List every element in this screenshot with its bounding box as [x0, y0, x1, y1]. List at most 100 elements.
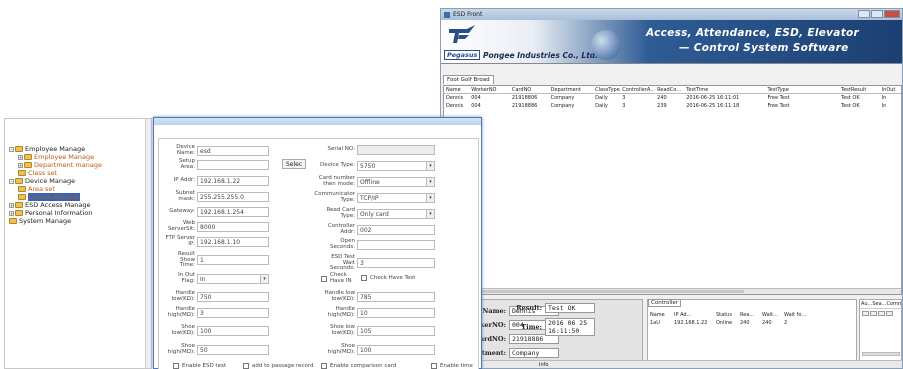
column-header[interactable]: CardNO — [510, 87, 549, 93]
tree-item[interactable]: + ESD Access Manage — [9, 201, 90, 209]
dialog-title-bar[interactable] — [154, 118, 481, 125]
right-panel-scrollbar[interactable] — [862, 352, 900, 356]
esd-wait-input[interactable]: 3 — [357, 258, 435, 269]
shoe-high-input[interactable]: 50 — [197, 344, 269, 355]
column-header[interactable]: Department — [549, 87, 594, 93]
close-button[interactable] — [884, 10, 900, 18]
minimize-button[interactable] — [858, 10, 870, 18]
card-mode-select[interactable]: Offline ▾ — [357, 176, 435, 187]
handle-high-input[interactable]: 3 — [197, 307, 269, 318]
handle-low-input[interactable]: 750 — [197, 291, 269, 302]
controller-column-header[interactable]: IP Ad... — [674, 312, 716, 318]
expand-icon[interactable]: + — [9, 210, 14, 216]
check-have-test-checkbox[interactable] — [361, 275, 367, 281]
chevron-down-icon[interactable]: ▾ — [260, 274, 268, 283]
window-title-bar[interactable]: ESD Front — [441, 9, 902, 20]
table-row[interactable]: Dennis 004 21918806 Company Daily 3 240 2016-06… — [444, 94, 901, 102]
panel-button[interactable] — [870, 311, 877, 316]
column-header[interactable]: TestType — [765, 87, 839, 93]
tree-scrollbar[interactable] — [145, 119, 151, 368]
tree-item[interactable]: − Device Manage — [9, 177, 75, 185]
panel-button[interactable] — [886, 311, 893, 316]
tree-item[interactable]: + Employee Manage — [18, 153, 94, 161]
passage-record-checkbox[interactable] — [243, 363, 249, 369]
chevron-down-icon[interactable]: ▾ — [426, 193, 434, 202]
subnet-input[interactable]: 255.255.255.0 — [197, 191, 269, 202]
gateway-label: Gateway: — [169, 208, 195, 215]
column-header[interactable]: ReadCo... — [655, 87, 684, 93]
select-area-button[interactable]: Selec — [282, 159, 307, 169]
result-show-label: Result Show Time: — [178, 251, 195, 268]
column-header[interactable]: ControllerA... — [620, 87, 655, 93]
column-header[interactable]: WorkerNO — [469, 87, 510, 93]
tree-item[interactable]: Area set — [18, 185, 55, 193]
tree-item[interactable]: Device Manage — [18, 193, 81, 201]
inout-value: In — [200, 275, 206, 283]
result-show-input[interactable]: 1 — [197, 255, 269, 266]
serial-input[interactable] — [357, 145, 435, 155]
column-header[interactable]: TestTime — [684, 87, 765, 93]
tree-item[interactable]: + Department manage — [18, 161, 102, 169]
table-cell: 3 — [622, 95, 626, 101]
controller-column-header[interactable]: Wait fo... — [784, 312, 814, 318]
table-row[interactable]: Dennis 004 21918886 Company Daily 3 239 2016-06… — [444, 102, 901, 110]
column-header[interactable]: TestResult — [839, 87, 880, 93]
collapse-icon[interactable]: − — [9, 178, 14, 184]
maximize-button[interactable] — [871, 10, 883, 18]
controller-column-header[interactable]: Name — [650, 312, 674, 318]
row-comparison-card: Enable comparison card — [321, 363, 396, 369]
check-have-in-checkbox[interactable] — [321, 275, 327, 282]
tree-item[interactable]: − Employee Manage — [9, 145, 85, 153]
panel-button[interactable] — [862, 311, 869, 316]
device-name-input[interactable]: esd — [197, 145, 269, 156]
device-type-select[interactable]: 5750 ▾ — [357, 161, 435, 171]
enable-time-checkbox[interactable] — [431, 363, 437, 369]
setup-area-input[interactable] — [197, 159, 269, 170]
inout-select[interactable]: In ▾ — [197, 273, 269, 284]
controller-column-header[interactable]: Rea... — [740, 312, 762, 318]
records-grid[interactable]: Name WorkerNO CardNO Department ClassType Con… — [443, 85, 902, 295]
collapse-icon[interactable]: − — [9, 146, 14, 152]
chevron-down-icon[interactable]: ▾ — [426, 209, 434, 218]
controller-panel[interactable]: Controller Name IP Ad... Status Rea... Wait.… — [647, 299, 857, 361]
tree-item[interactable]: System Manage — [9, 217, 71, 225]
controller-column-header[interactable]: Wait... — [762, 312, 784, 318]
navigation-tree[interactable]: − Employee Manage + Employee Manage + Departm… — [4, 118, 152, 369]
controller-addr-input[interactable]: 002 — [357, 224, 435, 235]
shoe-low-input[interactable]: 100 — [197, 325, 269, 336]
expand-icon[interactable]: + — [18, 162, 23, 168]
tree-item[interactable]: Class set — [18, 169, 57, 177]
expand-icon[interactable]: + — [18, 154, 23, 160]
tab-controller[interactable]: Controller — [648, 299, 682, 307]
comparison-card-checkbox[interactable] — [321, 363, 327, 369]
row-result-show: Result Show Time: 1 — [163, 251, 269, 269]
read-card-select[interactable]: Only card ▾ — [357, 208, 435, 219]
comm-type-select[interactable]: TCP/IP ▾ — [357, 192, 435, 203]
chevron-down-icon[interactable]: ▾ — [426, 177, 434, 186]
row-esd-wait: ESD Test Wait Seconds: 3 — [307, 254, 435, 272]
handle-high2-input[interactable]: 10 — [357, 307, 435, 318]
tree-item[interactable]: + Personal Information — [9, 209, 92, 217]
gateway-input[interactable]: 192.168.1.254 — [197, 207, 269, 217]
panel-button[interactable] — [878, 311, 885, 316]
ip-input[interactable]: 192.168.1.22 — [197, 176, 269, 186]
column-header[interactable]: InOut — [880, 87, 901, 93]
shoe-low2-input[interactable]: 105 — [357, 325, 435, 336]
expand-icon[interactable]: + — [9, 202, 14, 208]
column-header[interactable]: Name — [444, 87, 469, 93]
ftp-input[interactable]: 192.168.1.10 — [197, 236, 269, 247]
scroll-thumb[interactable] — [444, 290, 744, 293]
row-read-card: Read Card Type: Only card ▾ — [307, 207, 435, 219]
tab-foot-golf-broad[interactable]: Foot Golf Broad — [443, 75, 494, 84]
chevron-down-icon[interactable]: ▾ — [426, 162, 434, 170]
enable-esd-checkbox[interactable] — [173, 363, 179, 369]
web-port-input[interactable]: 8000 — [197, 221, 269, 232]
open-seconds-input[interactable] — [357, 239, 435, 250]
controller-row[interactable]: 1aU 192.168.1.22 Online 240 240 2 — [650, 320, 814, 326]
result-time-block: Result: Test OK Time: 2016 06 25 16:11:5… — [484, 303, 644, 362]
handle-low2-input[interactable]: 785 — [357, 291, 435, 302]
shoe-high2-input[interactable]: 100 — [357, 344, 435, 355]
table-cell: Dennis — [446, 95, 464, 101]
column-header[interactable]: ClassType — [593, 87, 620, 93]
controller-column-header[interactable]: Status — [716, 312, 740, 318]
